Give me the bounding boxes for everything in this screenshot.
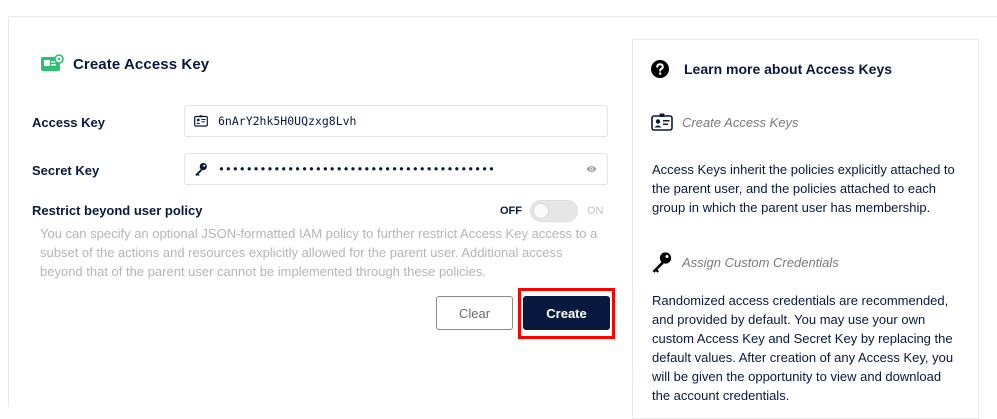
secret-key-field[interactable] [184, 153, 608, 185]
restrict-policy-label: Restrict beyond user policy [32, 203, 203, 218]
restrict-policy-help: You can specify an optional JSON-formatt… [40, 226, 598, 279]
help-section-credentials-text: Randomized access credentials are recomm… [652, 293, 954, 403]
key-icon [194, 162, 208, 176]
toggle-thumb [533, 203, 549, 219]
secret-key-label: Secret Key [32, 163, 100, 178]
access-key-field[interactable] [184, 105, 608, 137]
key-icon [651, 252, 673, 273]
page-title: Create Access Key [73, 55, 210, 73]
show-password-icon[interactable] [579, 157, 603, 181]
toggle-off-label: OFF [500, 205, 522, 217]
restrict-policy-switch: OFF ON [500, 200, 604, 222]
form-title: Create Access Key [40, 54, 209, 74]
id-card-icon [651, 112, 673, 132]
help-panel: Learn more about Access Keys Create Acce… [632, 39, 979, 419]
question-icon [651, 60, 669, 78]
access-key-label: Access Key [32, 115, 105, 130]
id-card-icon [194, 114, 208, 128]
access-key-icon [41, 54, 64, 71]
panel-left-border [8, 16, 9, 407]
help-panel-header: Learn more about Access Keys [651, 60, 892, 78]
help-section-create: Create Access Keys [651, 112, 799, 132]
toggle-on-label: ON [587, 205, 604, 217]
panel-top-border [8, 16, 997, 17]
help-section-credentials-heading: Assign Custom Credentials [682, 254, 839, 270]
help-panel-title: Learn more about Access Keys [684, 61, 893, 77]
secret-key-input[interactable] [218, 162, 579, 176]
clear-button[interactable]: Clear [436, 296, 513, 330]
help-section-create-text: Access Keys inherit the policies explici… [652, 162, 955, 215]
restrict-policy-toggle[interactable] [530, 200, 578, 222]
access-key-input[interactable] [218, 114, 607, 128]
help-section-credentials: Assign Custom Credentials [651, 252, 839, 273]
create-button-highlight [518, 288, 615, 339]
help-section-create-heading: Create Access Keys [682, 114, 799, 130]
